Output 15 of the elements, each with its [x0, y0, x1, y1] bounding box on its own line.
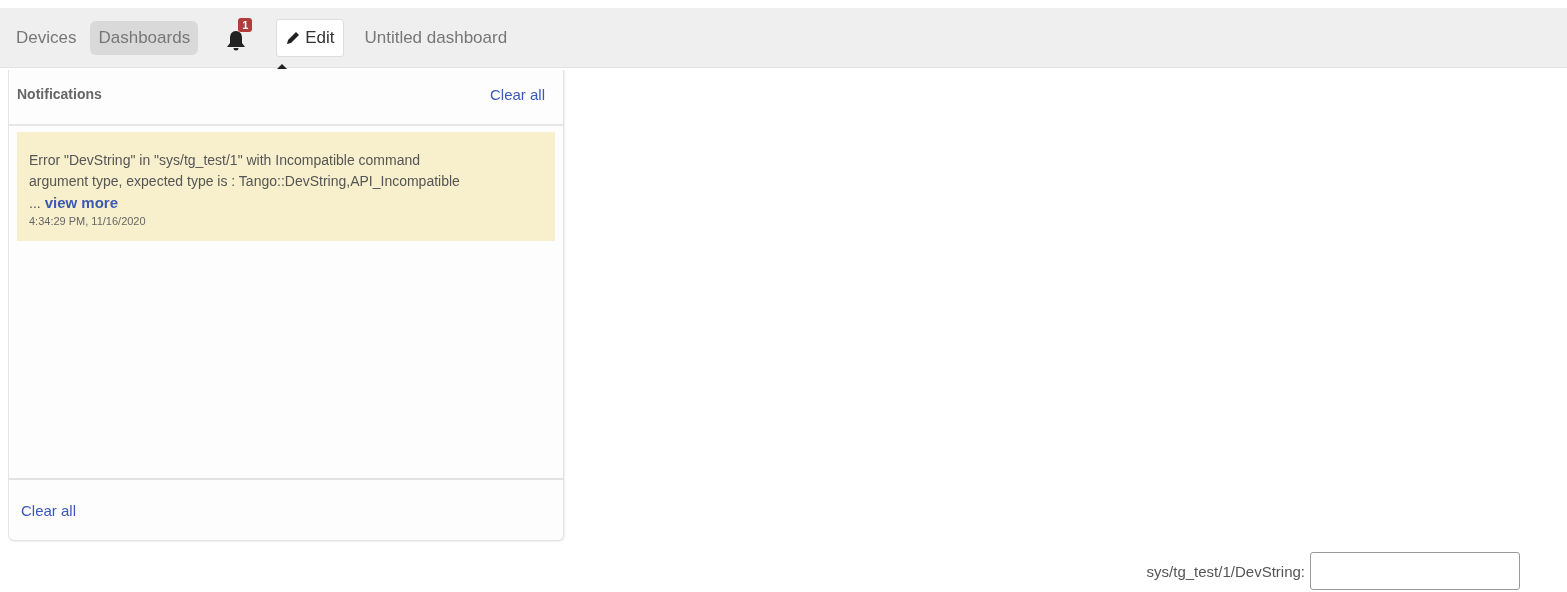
clear-all-link[interactable]: Clear all: [489, 85, 545, 103]
pencil-icon: [286, 30, 301, 45]
notification-message: Error "DevString" in "sys/tg_test/1" with Incompatible command argument type, expected type is : Tango::DevString,API_Incompatible ... view more: [29, 151, 461, 213]
notification-time: 4:34:29 PM, 11/16/2020: [29, 215, 147, 227]
notification-count: 1: [238, 17, 253, 32]
view-more-link[interactable]: view more: [44, 194, 119, 211]
clear-all-link[interactable]: Clear all: [21, 501, 77, 519]
panel-title: Notifications: [17, 86, 102, 102]
nav-tab[interactable]: Devices: [8, 20, 85, 55]
input-field[interactable]: [1310, 552, 1520, 590]
dashboard-title: Untitled dashboard: [364, 27, 508, 48]
edit-button[interactable]: Edit: [276, 18, 345, 57]
widget-label: sys/tg_test/1/DevString:: [1146, 562, 1305, 580]
pointer-icon: [277, 64, 287, 69]
bell-icon[interactable]: [226, 29, 247, 52]
